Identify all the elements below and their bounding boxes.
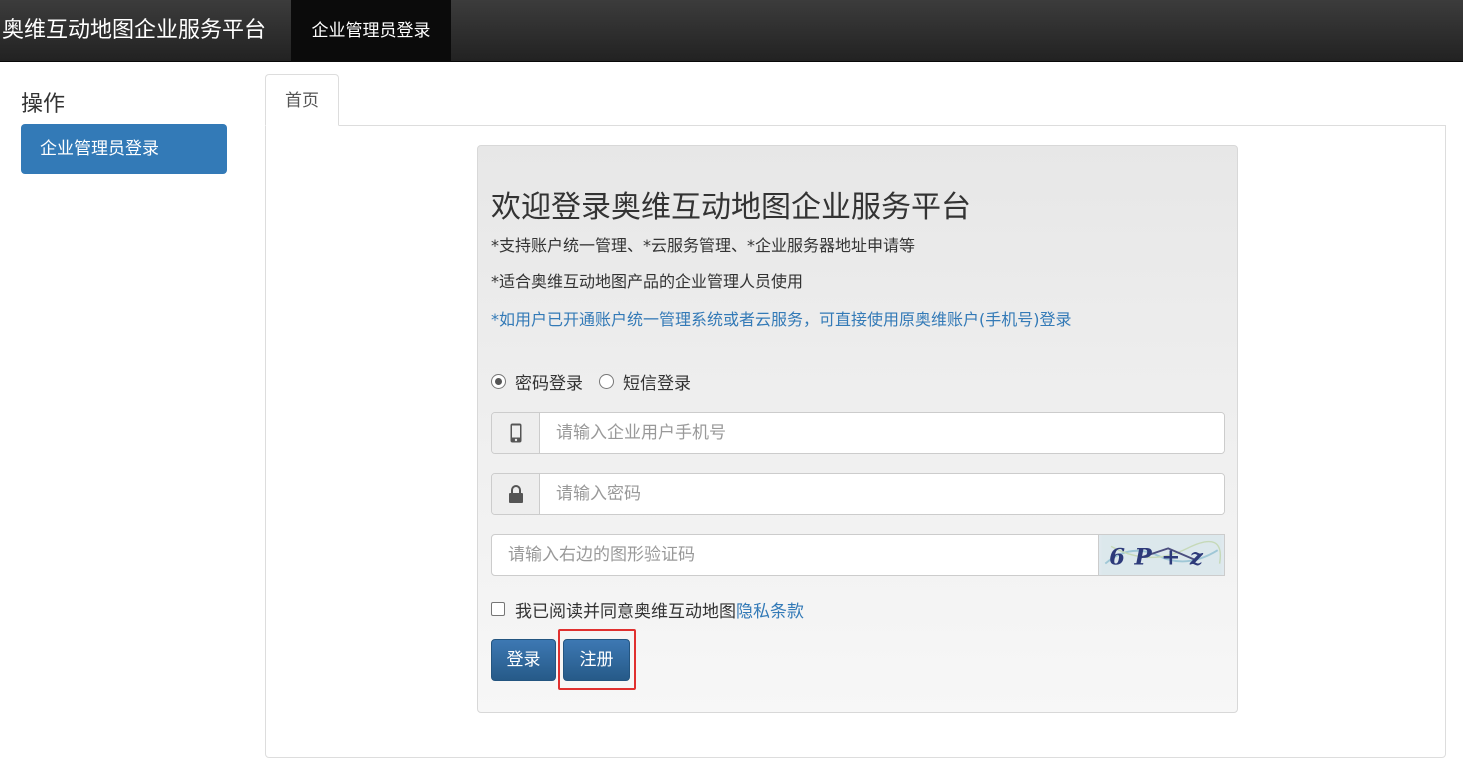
register-button[interactable]: 注册 (563, 639, 630, 681)
captcha-image[interactable]: 6P+z (1099, 534, 1225, 576)
feature-note: *支持账户统一管理、*云服务管理、*企业服务器地址申请等 (491, 236, 916, 255)
mobile-phone-icon (492, 413, 540, 453)
lock-icon (492, 474, 540, 514)
sms-login-radio[interactable] (599, 373, 614, 389)
agree-text: 我已阅读并同意奥维互动地图 (515, 601, 736, 622)
login-mode-group: 密码登录 短信登录 (491, 369, 707, 394)
sms-login-label[interactable]: 短信登录 (623, 369, 691, 394)
password-input-group (491, 473, 1225, 515)
brand-title[interactable]: 奥维互动地图企业服务平台 (2, 0, 266, 62)
phone-input[interactable] (540, 413, 1224, 453)
password-input[interactable] (540, 474, 1224, 514)
privacy-link[interactable]: 隐私条款 (736, 597, 804, 622)
sidebar-title: 操作 (21, 92, 66, 117)
login-button[interactable]: 登录 (491, 639, 556, 681)
password-login-radio[interactable] (491, 373, 506, 389)
login-card: 欢迎登录奥维互动地图企业服务平台 *支持账户统一管理、*云服务管理、*企业服务器… (477, 145, 1238, 713)
agreement-row: 我已阅读并同意奥维互动地图 隐私条款 (491, 597, 804, 622)
tab-home[interactable]: 首页 (265, 74, 339, 126)
audience-note: *适合奥维互动地图产品的企业管理人员使用 (491, 272, 804, 291)
agree-checkbox[interactable] (491, 602, 505, 616)
account-hint: *如用户已开通账户统一管理系统或者云服务，可直接使用原奥维账户(手机号)登录 (491, 310, 1072, 329)
phone-input-group (491, 412, 1225, 454)
captcha-group: 6P+z (491, 534, 1225, 576)
nav-item-admin-login[interactable]: 企业管理员登录 (291, 0, 451, 62)
top-navbar: 奥维互动地图企业服务平台 企业管理员登录 (0, 0, 1463, 62)
captcha-input[interactable] (491, 534, 1099, 576)
password-login-label[interactable]: 密码登录 (515, 369, 583, 394)
login-heading: 欢迎登录奥维互动地图企业服务平台 (491, 190, 971, 225)
captcha-text: 6P+z (1109, 545, 1212, 571)
sidebar-item-admin-login[interactable]: 企业管理员登录 (21, 124, 227, 174)
